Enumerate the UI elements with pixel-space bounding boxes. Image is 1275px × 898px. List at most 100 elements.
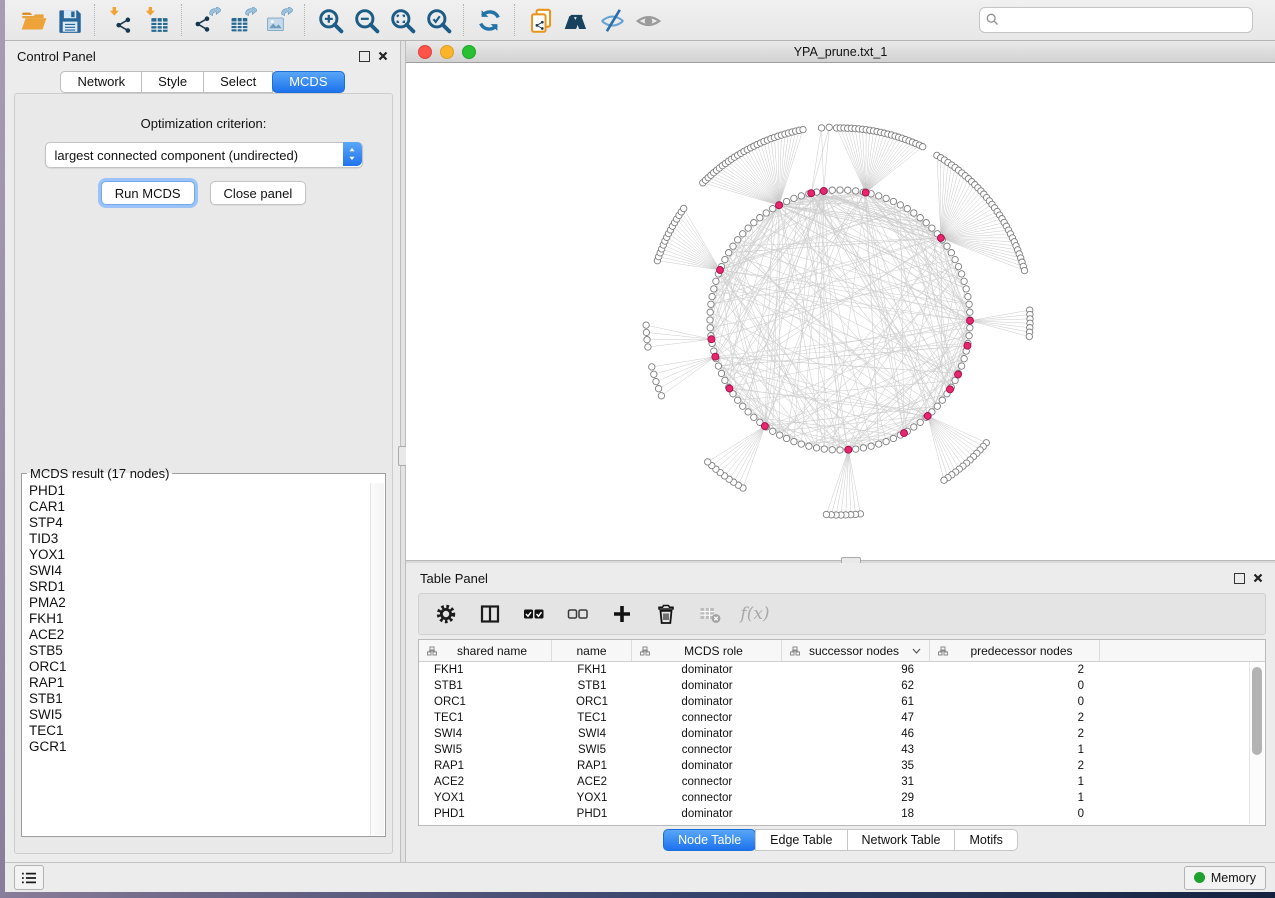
tab-style[interactable]: Style <box>141 71 204 93</box>
cell-predecessor-nodes[interactable]: 2 <box>930 664 1100 676</box>
add-column-icon[interactable] <box>605 597 639 631</box>
column-header-name[interactable]: name <box>552 640 632 661</box>
zoom-in-icon[interactable] <box>312 3 348 37</box>
cell-MCDS-role[interactable]: dominator <box>632 664 782 676</box>
cell-MCDS-role[interactable]: dominator <box>632 728 782 740</box>
cell-predecessor-nodes[interactable]: 2 <box>930 728 1100 740</box>
eye-slash-icon[interactable] <box>594 3 630 37</box>
delete-column-icon[interactable] <box>649 597 683 631</box>
list-item[interactable]: STB1 <box>23 691 384 707</box>
cell-successor-nodes[interactable]: 61 <box>782 696 930 708</box>
cell-name[interactable]: YOX1 <box>552 792 632 804</box>
select-all-rows-icon[interactable] <box>517 597 551 631</box>
list-item[interactable]: PHD1 <box>23 483 384 499</box>
cell-successor-nodes[interactable]: 18 <box>782 808 930 820</box>
cell-shared-name[interactable]: ACE2 <box>419 776 552 788</box>
cell-predecessor-nodes[interactable]: 1 <box>930 744 1100 756</box>
cell-name[interactable]: FKH1 <box>552 664 632 676</box>
cell-shared-name[interactable]: FKH1 <box>419 664 552 676</box>
open-file-icon[interactable] <box>15 3 51 37</box>
cell-shared-name[interactable]: SWI5 <box>419 744 552 756</box>
cell-MCDS-role[interactable]: connector <box>632 792 782 804</box>
cell-successor-nodes[interactable]: 46 <box>782 728 930 740</box>
table-row[interactable]: PHD1PHD1dominator180 <box>419 806 1265 822</box>
eye-icon[interactable] <box>630 3 666 37</box>
cell-name[interactable]: STB1 <box>552 680 632 692</box>
list-item[interactable]: PMA2 <box>23 595 384 611</box>
import-table-icon[interactable] <box>138 3 174 37</box>
export-image-icon[interactable] <box>261 3 297 37</box>
cell-predecessor-nodes[interactable]: 0 <box>930 808 1100 820</box>
tab-select[interactable]: Select <box>203 71 273 93</box>
cell-MCDS-role[interactable]: dominator <box>632 680 782 692</box>
list-item[interactable]: SWI4 <box>23 563 384 579</box>
list-item[interactable]: SRD1 <box>23 579 384 595</box>
float-panel-icon[interactable] <box>359 51 370 62</box>
list-item[interactable]: TEC1 <box>23 723 384 739</box>
table-row[interactable]: STB1STB1dominator620 <box>419 678 1265 694</box>
list-item[interactable]: ACE2 <box>23 627 384 643</box>
tab-motifs[interactable]: Motifs <box>954 829 1017 851</box>
cell-MCDS-role[interactable]: connector <box>632 776 782 788</box>
cell-predecessor-nodes[interactable]: 2 <box>930 712 1100 724</box>
table-row[interactable]: YOX1YOX1connector291 <box>419 790 1265 806</box>
close-panel-button[interactable]: Close panel <box>210 181 307 205</box>
column-header-shared-name[interactable]: shared name <box>419 640 552 661</box>
cell-shared-name[interactable]: YOX1 <box>419 792 552 804</box>
cell-predecessor-nodes[interactable]: 0 <box>930 696 1100 708</box>
zoom-selected-icon[interactable] <box>420 3 456 37</box>
list-item[interactable]: CAR1 <box>23 499 384 515</box>
apply-layout-icon[interactable] <box>471 3 507 37</box>
table-row[interactable]: RAP1RAP1dominator352 <box>419 758 1265 774</box>
zoom-out-icon[interactable] <box>348 3 384 37</box>
cell-name[interactable]: TEC1 <box>552 712 632 724</box>
cell-successor-nodes[interactable]: 43 <box>782 744 930 756</box>
cell-name[interactable]: SWI4 <box>552 728 632 740</box>
tab-network-table[interactable]: Network Table <box>847 829 956 851</box>
cell-predecessor-nodes[interactable]: 1 <box>930 792 1100 804</box>
tab-network[interactable]: Network <box>60 71 142 93</box>
tab-mcds[interactable]: MCDS <box>272 71 344 93</box>
cell-shared-name[interactable]: STB1 <box>419 680 552 692</box>
table-row[interactable]: TEC1TEC1connector472 <box>419 710 1265 726</box>
cell-predecessor-nodes[interactable]: 1 <box>930 776 1100 788</box>
optimization-criterion-select[interactable]: largest connected component (undirected) <box>45 142 363 168</box>
list-scrollbar[interactable] <box>370 483 384 835</box>
cell-shared-name[interactable]: RAP1 <box>419 760 552 772</box>
zoom-fit-icon[interactable] <box>384 3 420 37</box>
column-header-MCDS-role[interactable]: MCDS role <box>632 640 782 661</box>
table-row[interactable]: SWI4SWI4dominator462 <box>419 726 1265 742</box>
cell-shared-name[interactable]: ORC1 <box>419 696 552 708</box>
list-item[interactable]: STP4 <box>23 515 384 531</box>
cell-name[interactable]: PHD1 <box>552 808 632 820</box>
column-header-predecessor-nodes[interactable]: predecessor nodes <box>930 640 1100 661</box>
cell-MCDS-role[interactable]: dominator <box>632 808 782 820</box>
cell-successor-nodes[interactable]: 35 <box>782 760 930 772</box>
cell-MCDS-role[interactable]: connector <box>632 712 782 724</box>
binoculars-icon[interactable] <box>558 3 594 37</box>
cell-successor-nodes[interactable]: 29 <box>782 792 930 804</box>
cell-name[interactable]: ORC1 <box>552 696 632 708</box>
cell-shared-name[interactable]: SWI4 <box>419 728 552 740</box>
run-mcds-button[interactable]: Run MCDS <box>101 181 195 205</box>
cell-shared-name[interactable]: TEC1 <box>419 712 552 724</box>
table-row[interactable]: SWI5SWI5connector431 <box>419 742 1265 758</box>
cell-successor-nodes[interactable]: 47 <box>782 712 930 724</box>
list-item[interactable]: SWI5 <box>23 707 384 723</box>
share-document-icon[interactable] <box>522 3 558 37</box>
cell-MCDS-role[interactable]: dominator <box>632 696 782 708</box>
task-history-button[interactable] <box>14 865 44 890</box>
column-layout-icon[interactable] <box>473 597 507 631</box>
list-item[interactable]: STB5 <box>23 643 384 659</box>
float-panel-icon[interactable] <box>1234 573 1245 584</box>
list-item[interactable]: TID3 <box>23 531 384 547</box>
settings-gear-icon[interactable] <box>429 597 463 631</box>
close-panel-icon[interactable] <box>378 51 388 61</box>
cell-name[interactable]: RAP1 <box>552 760 632 772</box>
table-scrollbar[interactable] <box>1249 662 1264 824</box>
cell-predecessor-nodes[interactable]: 2 <box>930 760 1100 772</box>
list-item[interactable]: GCR1 <box>23 739 384 755</box>
search-input[interactable] <box>979 7 1253 33</box>
export-table-icon[interactable] <box>225 3 261 37</box>
cell-shared-name[interactable]: PHD1 <box>419 808 552 820</box>
